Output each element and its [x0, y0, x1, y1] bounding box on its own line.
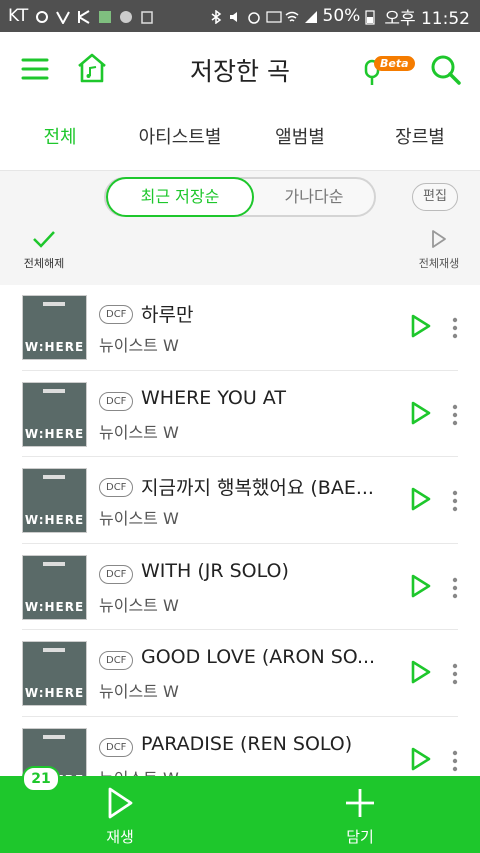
album-cover-text: W:HERE [24, 426, 85, 441]
check-icon [33, 231, 55, 248]
play-icon [108, 787, 133, 819]
more-options-icon[interactable] [448, 316, 462, 340]
play-icon[interactable] [410, 747, 432, 775]
dcf-badge: DCF [99, 564, 134, 584]
play-label: 재생 [106, 828, 134, 846]
status-bar: KT 50% 오후 11:52 [0, 0, 480, 32]
album-cover-text: W:HERE [24, 599, 85, 614]
play-icon[interactable] [410, 660, 432, 688]
play-icon[interactable] [410, 574, 432, 602]
album-cover-text: W:HERE [24, 340, 85, 354]
album-cover-text: W:HERE [24, 686, 85, 701]
tab-artist[interactable]: 아티스트별 [120, 106, 240, 170]
battery-percent: 50% [322, 6, 361, 26]
hd-icon [265, 9, 282, 23]
signal-icon [304, 9, 318, 23]
wifi-icon [285, 9, 299, 23]
song-artist: 뉴이스트 W [99, 422, 179, 442]
v-icon [56, 9, 71, 26]
selected-count-badge: 21 [22, 766, 60, 792]
alarm-icon [247, 9, 261, 24]
bluetooth-icon [209, 9, 223, 25]
album-cover: W:HERE [22, 641, 87, 707]
more-options-icon[interactable] [448, 403, 462, 427]
song-artist: 뉴이스트 W [99, 509, 179, 529]
song-artist: 뉴이스트 W [99, 682, 179, 702]
tab-genre[interactable]: 장르별 [360, 106, 480, 170]
song-row[interactable]: W:HERE DCF 지금까지 행복했어요 (BAE... 뉴이스트 W [0, 457, 480, 544]
song-title: 하루만 [141, 304, 194, 326]
dcf-badge: DCF [99, 478, 134, 498]
album-cover: W:HERE [22, 381, 87, 447]
song-title: PARADISE (REN SOLO) [141, 732, 353, 755]
album-cover: W:HERE [22, 554, 87, 620]
play-icon[interactable] [410, 487, 432, 515]
song-row[interactable]: W:HERE DCF 하루만 뉴이스트 W [0, 284, 480, 371]
bottom-action-bar: 재생 담기 [0, 776, 480, 853]
more-options-icon[interactable] [448, 662, 462, 686]
k-icon [77, 9, 91, 24]
deselect-all-label: 전체해제 [23, 257, 65, 270]
play-outline-icon [432, 230, 446, 248]
category-tabs: 전체 아티스트별 앨범별 장르별 [0, 106, 480, 170]
song-title: WITH (JR SOLO) [141, 559, 289, 582]
song-row[interactable]: W:HERE DCF WITH (JR SOLO) 뉴이스트 W [0, 544, 480, 631]
clock-app-icon [119, 9, 133, 23]
mute-icon [228, 9, 242, 23]
clock-time: 오후 11:52 [384, 8, 470, 29]
carrier-label: KT [8, 6, 29, 26]
dcf-badge: DCF [99, 305, 134, 324]
more-options-icon[interactable] [448, 489, 462, 513]
tab-all[interactable]: 전체 [0, 106, 120, 170]
song-title: WHERE YOU AT [141, 386, 286, 409]
play-all-label: 전체재생 [418, 257, 460, 270]
song-title: 지금까지 행복했어요 (BAE... [141, 477, 374, 500]
edit-button[interactable]: 편집 [412, 183, 458, 211]
dcf-badge: DCF [99, 737, 134, 757]
list-toolbar: 최근 저장순 가나다순 편집 전체해제 전체재생 [0, 170, 480, 285]
deselect-all-button[interactable]: 전체해제 [18, 229, 70, 271]
album-cover: W:HERE [22, 295, 87, 360]
plus-icon [346, 789, 374, 817]
album-cover: W:HERE [22, 468, 87, 534]
play-icon[interactable] [410, 401, 432, 429]
more-options-icon[interactable] [448, 576, 462, 600]
more-options-icon[interactable] [448, 749, 462, 773]
song-artist: 뉴이스트 W [99, 595, 179, 615]
dcf-badge: DCF [99, 651, 134, 671]
tab-album[interactable]: 앨범별 [240, 106, 360, 170]
search-icon[interactable] [428, 52, 464, 88]
sort-alpha-button[interactable]: 가나다순 [256, 179, 372, 215]
beta-badge: Beta [374, 56, 415, 71]
song-row[interactable]: W:HERE DCF WHERE YOU AT 뉴이스트 W [0, 371, 480, 458]
song-artist: 뉴이스트 W [99, 336, 179, 355]
app-icon [98, 9, 112, 23]
battery-icon [365, 9, 379, 25]
play-selected-button[interactable]: 재생 [60, 776, 180, 853]
notification-icon [35, 9, 49, 23]
recycle-icon [140, 9, 154, 24]
song-list: W:HERE DCF 하루만 뉴이스트 W W:HERE DCF WHERE Y… [0, 284, 480, 804]
sort-toggle: 최근 저장순 가나다순 [104, 177, 376, 217]
add-to-playlist-button[interactable]: 담기 [300, 776, 420, 853]
album-cover-text: W:HERE [24, 513, 85, 528]
add-label: 담기 [346, 828, 374, 846]
sort-recent-button[interactable]: 최근 저장순 [106, 177, 254, 217]
dcf-badge: DCF [99, 391, 134, 411]
song-title: GOOD LOVE (ARON SO... [141, 646, 376, 669]
play-icon[interactable] [410, 314, 432, 342]
play-all-button[interactable]: 전체재생 [414, 229, 464, 271]
song-row[interactable]: W:HERE DCF GOOD LOVE (ARON SO... 뉴이스트 W [0, 630, 480, 717]
